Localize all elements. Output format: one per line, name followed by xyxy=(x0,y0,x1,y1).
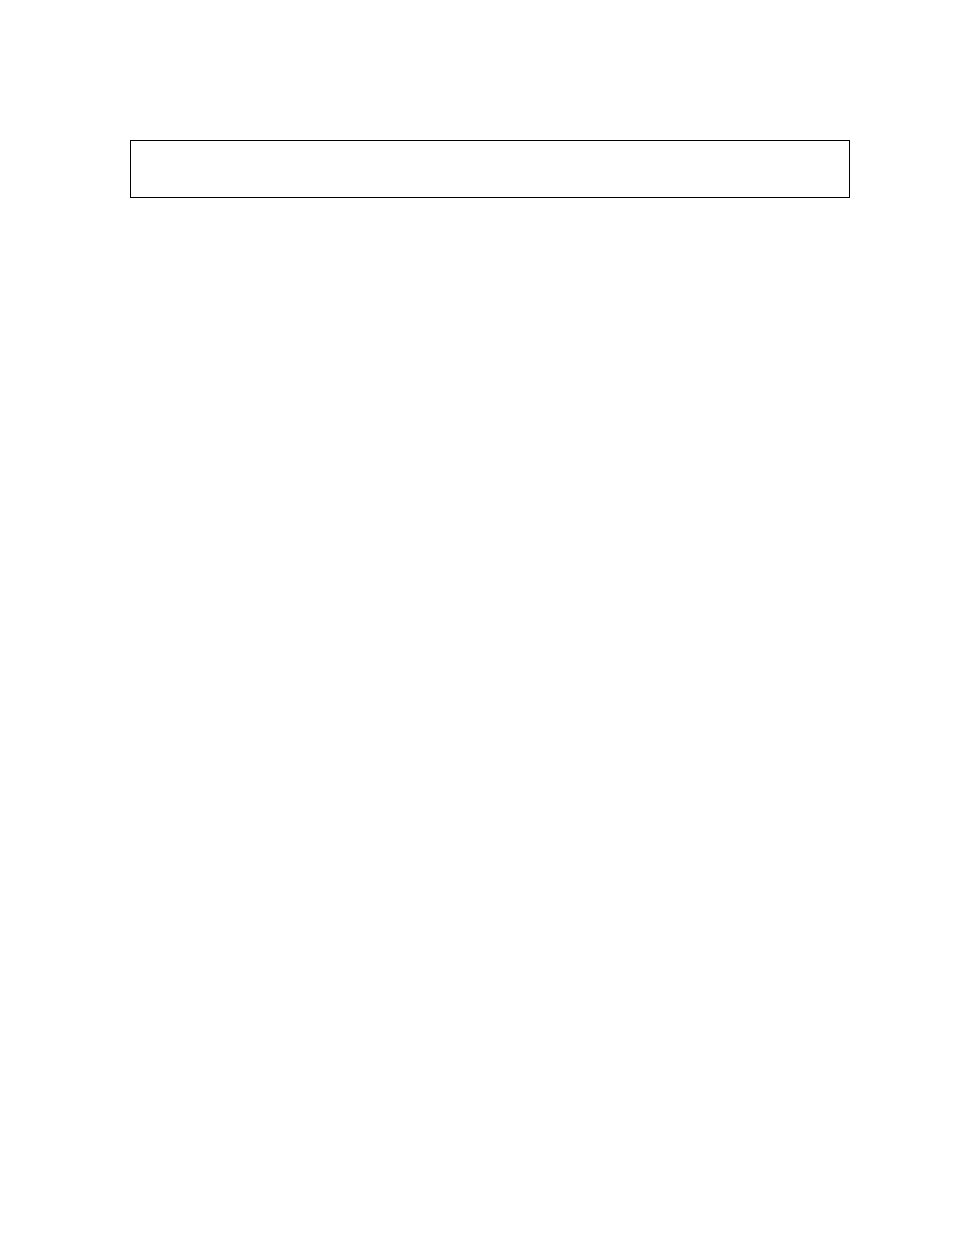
empty-box xyxy=(130,140,850,198)
